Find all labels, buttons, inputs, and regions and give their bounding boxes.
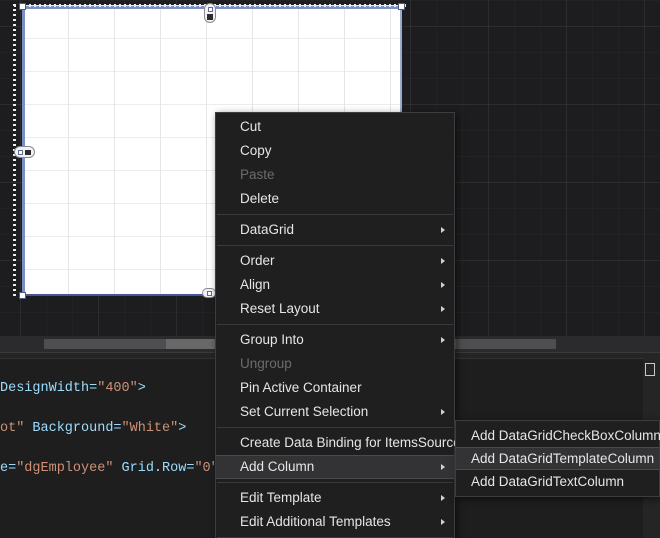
menu-item-label: DataGrid (240, 222, 295, 237)
menu-item-pin-active-container[interactable]: Pin Active Container (216, 376, 454, 400)
menu-item-label: Cut (240, 119, 262, 134)
menu-separator (217, 245, 453, 246)
designer-scroll-segment-right[interactable] (456, 339, 556, 349)
code-token-attr: Background (32, 421, 114, 436)
code-line[interactable]: e="dgEmployee" Grid.Row="0" Gr (0, 460, 243, 477)
grip-dark-icon (25, 149, 31, 155)
chevron-right-icon (441, 495, 445, 501)
code-token-str: "400" (97, 381, 138, 396)
chevron-right-icon (441, 306, 445, 312)
menu-item-label: Edit Template (240, 490, 322, 505)
menu-item-label: Delete (240, 191, 280, 206)
column-grip-handle-top[interactable] (204, 3, 216, 23)
menu-separator (217, 214, 453, 215)
code-token-str: "dgEmployee" (16, 461, 114, 476)
menu-item-group-into[interactable]: Group Into (216, 328, 454, 352)
menu-item-label: Paste (240, 167, 275, 182)
resize-handle-top-left[interactable] (19, 3, 26, 10)
menu-item-label: Create Data Binding for ItemsSource... (240, 435, 472, 450)
code-editor-scroll-marker-icon[interactable] (645, 363, 655, 376)
menu-item-label: Order (240, 253, 275, 268)
grip-square-icon (207, 6, 213, 12)
chevron-right-icon (441, 337, 445, 343)
menu-item-cut[interactable]: Cut (216, 115, 454, 139)
menu-item-edit-template[interactable]: Edit Template (216, 486, 454, 510)
menu-item-paste: Paste (216, 163, 454, 187)
menu-separator (217, 427, 453, 428)
menu-separator (217, 324, 453, 325)
code-token-punct: = (113, 421, 122, 436)
designer-context-menu[interactable]: Cut Copy Paste Delete DataGrid Order Align Rese… (215, 112, 472, 538)
chevron-right-icon (441, 464, 445, 470)
resize-handle-bottom-left[interactable] (19, 292, 26, 299)
menu-item-label: Align (240, 277, 271, 292)
chevron-right-icon (441, 258, 445, 264)
add-column-submenu[interactable]: Add DataGridCheckBoxColumn Add DataGridTe… (455, 420, 660, 497)
menu-item-edit-additional-templates[interactable]: Edit Additional Templates (216, 510, 454, 534)
menu-item-create-data-binding-for-itemssource[interactable]: Create Data Binding for ItemsSource... (216, 431, 472, 455)
menu-item-label: Set Current Selection (240, 404, 369, 419)
menu-item-order[interactable]: Order (216, 249, 454, 273)
menu-separator (217, 482, 453, 483)
menu-item-label: Pin Active Container (240, 380, 362, 395)
submenu-item-add-datagridtemplatecolumn[interactable]: Add DataGridTemplateColumn (456, 447, 659, 470)
menu-item-set-current-selection[interactable]: Set Current Selection (216, 400, 454, 424)
menu-item-label: Add Column (240, 459, 315, 474)
code-token-attr: Grid.Row (121, 461, 187, 476)
chevron-right-icon (441, 227, 445, 233)
submenu-item-add-datagridtextcolumn[interactable]: Add DataGridTextColumn (456, 470, 659, 493)
grip-square-icon (18, 149, 23, 155)
code-token-attr: DesignWidth (0, 381, 90, 396)
menu-item-label: Edit Additional Templates (240, 514, 391, 529)
menu-item-align[interactable]: Align (216, 273, 454, 297)
menu-item-add-column[interactable]: Add Column (216, 455, 454, 479)
resize-handle-top-right[interactable] (398, 3, 405, 10)
designer-scroll-segment-left[interactable] (44, 339, 166, 349)
code-token-punct (113, 461, 121, 476)
row-grip-handle-left[interactable] (14, 146, 35, 158)
menu-item-ungroup: Ungroup (216, 352, 454, 376)
code-token-str: ot" (0, 421, 33, 436)
submenu-item-add-datagridcheckboxcolumn[interactable]: Add DataGridCheckBoxColumn (456, 424, 660, 447)
grip-dark-icon (207, 13, 213, 20)
menu-item-label: Ungroup (240, 356, 292, 371)
menu-item-label: Reset Layout (240, 301, 320, 316)
menu-item-copy[interactable]: Copy (216, 139, 454, 163)
chevron-right-icon (441, 519, 445, 525)
column-grip-handle-bottom[interactable] (202, 288, 216, 298)
chevron-right-icon (441, 282, 445, 288)
chevron-right-icon (441, 409, 445, 415)
menu-item-datagrid[interactable]: DataGrid (216, 218, 454, 242)
code-line[interactable]: ot" Background="White"> (0, 420, 186, 437)
code-token-punct: > (137, 381, 146, 396)
menu-item-reset-layout[interactable]: Reset Layout (216, 297, 454, 321)
menu-item-label: Group Into (240, 332, 304, 347)
code-token-str: "White" (121, 421, 179, 436)
menu-item-delete[interactable]: Delete (216, 187, 454, 211)
code-token-punct: e= (0, 461, 17, 476)
menu-item-label: Copy (240, 143, 272, 158)
grip-square-icon (206, 290, 212, 296)
code-token-punct: > (178, 421, 187, 436)
visual-studio-wpf-designer-window: DesignWidth="400"> ot" Background="White"… (0, 0, 660, 538)
code-line[interactable]: DesignWidth="400"> (0, 380, 146, 397)
